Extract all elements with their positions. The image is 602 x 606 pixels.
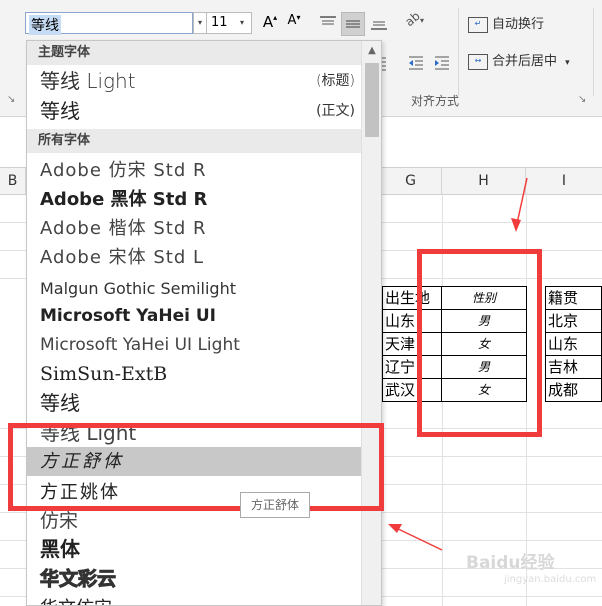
clipboard-dialog-launcher-icon[interactable]: ↘	[7, 94, 15, 105]
font-item[interactable]: 仿宋	[27, 507, 361, 536]
wrap-text-button[interactable]: ↵ 自动换行	[468, 14, 544, 36]
ribbon-separator	[593, 8, 594, 96]
font-item[interactable]: Microsoft YaHei UI	[27, 302, 361, 331]
grow-font-button[interactable]: A▴	[259, 13, 281, 35]
font-size-dropdown-icon[interactable]: ▾	[240, 12, 244, 34]
align-bottom-icon	[371, 21, 387, 30]
font-name-input[interactable]: 等线	[25, 12, 193, 35]
font-size-input[interactable]: 11	[206, 12, 252, 34]
font-item-tag: (正文)	[316, 103, 355, 119]
font-item[interactable]: Malgun Gothic Semilight	[27, 274, 361, 303]
font-dropdown-list[interactable]: 主题字体 等线 Light (标题) 等线 (正文) 所有字体 Adobe 仿宋…	[26, 40, 382, 606]
annotation-arrowhead	[388, 524, 402, 533]
scroll-thumb[interactable]	[365, 63, 379, 137]
align-top-icon	[320, 16, 336, 25]
watermark-logo: Baidu经验	[466, 553, 555, 573]
merge-center-icon: ↔	[468, 53, 488, 70]
decrease-indent-button[interactable]	[405, 52, 427, 74]
all-fonts-header: 所有字体	[27, 129, 361, 153]
font-item[interactable]: Adobe 仿宋 Std R	[27, 156, 361, 185]
font-name-value: 等线	[29, 15, 61, 35]
font-item[interactable]: Adobe 楷体 Std R	[27, 214, 361, 243]
font-item[interactable]: Microsoft YaHei UI Light	[27, 331, 361, 360]
font-item[interactable]: 华文彩云	[27, 565, 361, 594]
increase-indent-icon	[435, 56, 449, 70]
font-item[interactable]: 等线	[27, 389, 361, 418]
font-item[interactable]: Adobe 黑体 Std R	[27, 185, 361, 214]
font-name-dropdown-button[interactable]: ▾	[193, 12, 207, 34]
ribbon-separator	[458, 8, 459, 96]
font-size-value: 11	[211, 15, 228, 30]
font-item-theme-heading[interactable]: 等线 Light (标题)	[27, 67, 361, 96]
merge-center-dropdown-icon[interactable]: ▾	[565, 58, 570, 68]
font-tooltip: 方正舒体	[240, 492, 310, 518]
alignment-group-label: 对齐方式	[411, 94, 460, 108]
scroll-up-icon[interactable]: ▲	[362, 43, 381, 59]
font-item-label: 等线	[40, 99, 80, 123]
font-item-label: 等线 Light	[40, 69, 136, 93]
orientation-icon: ab	[402, 8, 423, 30]
font-item-theme-body[interactable]: 等线 (正文)	[27, 97, 361, 126]
watermark-url: jingyan.baidu.com	[504, 574, 597, 585]
column-header-b[interactable]: B	[0, 168, 26, 194]
annotation-arrowhead	[511, 218, 521, 232]
font-item[interactable]: SimSun-ExtB	[27, 360, 361, 389]
align-top-button[interactable]	[317, 12, 339, 34]
align-middle-icon	[346, 20, 360, 28]
wrap-text-icon: ↵	[468, 16, 488, 33]
annotation-arrows	[388, 177, 528, 551]
annotation-arrow-line	[391, 525, 443, 551]
font-list-scrollbar[interactable]: ▲	[361, 41, 381, 605]
align-bottom-button[interactable]	[368, 12, 390, 34]
annotation-box-font	[8, 423, 384, 511]
decrease-indent-icon	[409, 56, 423, 70]
alignment-dialog-launcher-icon[interactable]: ↘	[578, 94, 586, 105]
merge-center-label: 合并后居中	[492, 54, 558, 69]
font-item[interactable]: 华文仿宋	[27, 594, 361, 605]
font-item[interactable]: Adobe 宋体 Std L	[27, 243, 361, 272]
font-item-tag: (标题)	[316, 73, 355, 89]
font-item[interactable]: 黑体	[27, 535, 361, 564]
orientation-button[interactable]: ab▾	[402, 8, 439, 34]
merge-center-button[interactable]: ↔ 合并后居中 ▾	[468, 51, 570, 73]
theme-fonts-header: 主题字体	[27, 41, 361, 65]
grow-font-icon: A	[262, 13, 274, 31]
increase-indent-button[interactable]	[431, 52, 453, 74]
wrap-text-label: 自动换行	[492, 17, 545, 32]
align-middle-button[interactable]	[341, 12, 365, 36]
shrink-font-button[interactable]: A▾	[283, 13, 305, 35]
